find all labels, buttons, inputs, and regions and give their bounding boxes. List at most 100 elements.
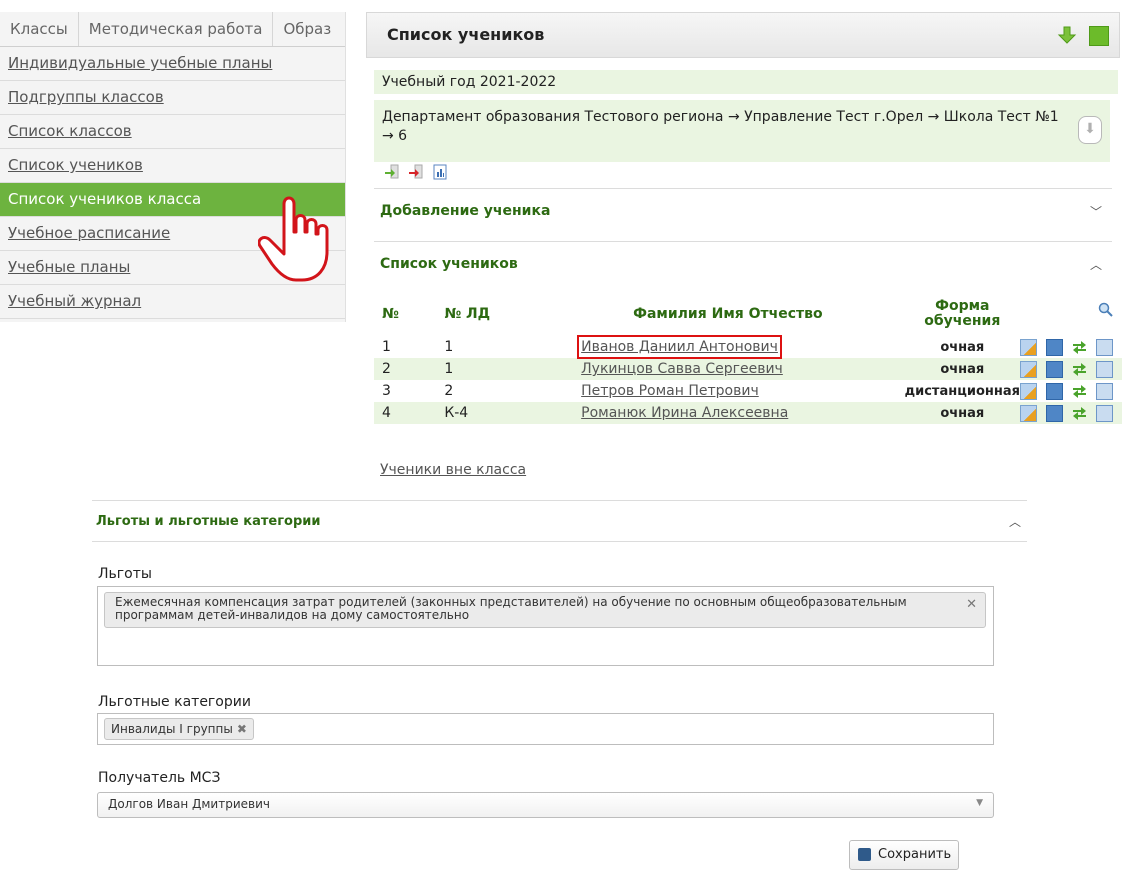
benefits-field[interactable]: Ежемесячная компенсация затрат родителей… — [97, 586, 994, 666]
student-link[interactable]: Лукинцов Савва Сергеевич — [581, 361, 783, 377]
nav-item-label: Учебное расписание — [8, 224, 171, 242]
card-icon[interactable] — [1096, 360, 1113, 378]
cell-form: очная — [904, 358, 1020, 380]
table-row: 1 1 Иванов Даниил Антонович очная — [374, 335, 1122, 359]
nav-item-individual-plans[interactable]: Индивидуальные учебные планы — [0, 47, 345, 81]
column-fio[interactable]: Фамилия Имя Отчество — [551, 292, 904, 336]
card-icon[interactable] — [1096, 338, 1113, 356]
recipient-label: Получатель МСЗ — [98, 770, 221, 786]
pointer-hand-icon — [258, 196, 329, 282]
add-student-section[interactable]: Добавление ученика ﹀ — [374, 188, 1112, 235]
nav-item-student-list[interactable]: Список учеников — [0, 149, 345, 183]
edit-icon[interactable] — [1020, 360, 1037, 378]
recipient-select[interactable]: Долгов Иван Дмитриевич ▼ — [97, 792, 994, 818]
move-icon[interactable] — [1072, 362, 1087, 377]
column-actions — [1020, 292, 1122, 336]
book-icon[interactable] — [1046, 404, 1063, 422]
student-link[interactable]: Романюк Ирина Алексеевна — [581, 405, 788, 421]
column-no[interactable]: № — [374, 292, 418, 336]
categories-field[interactable]: Инвалиды I группы ✖ — [97, 713, 994, 745]
book-icon[interactable] — [1046, 338, 1063, 356]
column-ld[interactable]: № ЛД — [418, 292, 551, 336]
row-actions — [1020, 358, 1122, 380]
save-button-label: Сохранить — [878, 847, 952, 862]
chevron-up-icon[interactable]: ︿ — [1009, 513, 1021, 530]
card-icon[interactable] — [1096, 382, 1113, 400]
move-icon[interactable] — [1072, 340, 1087, 355]
panel-title: Список учеников — [387, 25, 545, 44]
benefit-tag-text: Ежемесячная компенсация затрат родителей… — [115, 595, 907, 622]
cell-ld: 2 — [444, 383, 454, 399]
left-navigation: Классы Методическая работа Образ Индивид… — [0, 12, 346, 322]
book-icon[interactable] — [1046, 382, 1063, 400]
cell-form: дистанционная — [904, 383, 1020, 399]
nav-item-label: Список классов — [8, 122, 132, 140]
cell-form: очная — [904, 402, 1020, 424]
green-square-icon[interactable] — [1089, 26, 1109, 46]
cell-no: 2 — [374, 358, 419, 380]
table-row: 2 1 Лукинцов Савва Сергеевич очная — [374, 358, 1122, 380]
tab-classes[interactable]: Классы — [0, 12, 79, 46]
row-actions — [1020, 336, 1122, 358]
breadcrumb: Департамент образования Тестового регион… — [374, 100, 1110, 162]
move-icon[interactable] — [1072, 384, 1087, 399]
book-icon[interactable] — [1046, 360, 1063, 378]
categories-label: Льготные категории — [98, 694, 251, 710]
cell-fio: Иванов Даниил Антонович — [551, 335, 904, 359]
export-icon[interactable] — [408, 164, 424, 180]
toolbar-icons — [384, 164, 448, 180]
report-icon[interactable] — [432, 164, 448, 180]
remove-icon[interactable]: ✖ — [237, 722, 247, 736]
nav-item-label: Индивидуальные учебные планы — [8, 54, 273, 72]
benefit-tag: Ежемесячная компенсация затрат родителей… — [104, 592, 986, 628]
nav-item-label: Подгруппы классов — [8, 88, 164, 106]
nav-item-label: Список учеников класса — [8, 190, 202, 208]
cell-fio: Петров Роман Петрович — [551, 380, 904, 402]
table-row: 4 К-4 Романюк Ирина Алексеевна очная — [374, 402, 1122, 424]
row-actions — [1020, 380, 1122, 402]
cell-ld: 1 — [444, 339, 454, 355]
chevron-down-icon[interactable]: ﹀ — [1090, 203, 1102, 220]
cell-ld: К-4 — [418, 402, 552, 424]
cell-no: 1 — [382, 339, 391, 355]
school-year: Учебный год 2021-2022 — [374, 70, 1118, 94]
benefits-section-header[interactable]: Льготы и льготные категории ︿ — [92, 500, 1027, 542]
nav-item-class-subgroups[interactable]: Подгруппы классов — [0, 81, 345, 115]
import-icon[interactable] — [384, 164, 400, 180]
panel-header: Список учеников — [366, 12, 1120, 58]
path-download-button[interactable]: ⬇ — [1078, 116, 1102, 144]
benefits-form: Льготы и льготные категории ︿ Льготы Еже… — [92, 500, 1027, 870]
move-icon[interactable] — [1072, 406, 1087, 421]
tab-education[interactable]: Образ — [273, 12, 333, 46]
tab-methodical-work[interactable]: Методическая работа — [79, 12, 274, 46]
breadcrumb-path: Департамент образования Тестового регион… — [382, 109, 1059, 144]
edit-icon[interactable] — [1020, 404, 1037, 422]
nav-item-journal[interactable]: Учебный журнал — [0, 285, 345, 319]
student-link[interactable]: Петров Роман Петрович — [581, 383, 759, 399]
cell-no: 3 — [382, 383, 391, 399]
student-list-section[interactable]: Список учеников ︿ — [374, 241, 1112, 288]
save-icon — [858, 848, 871, 861]
category-tag-text: Инвалиды I группы — [111, 722, 233, 736]
save-button[interactable]: Сохранить — [849, 840, 959, 870]
benefits-label: Льготы — [98, 566, 152, 582]
edit-icon[interactable] — [1020, 382, 1037, 400]
cell-no: 4 — [374, 402, 419, 424]
student-link[interactable]: Иванов Даниил Антонович — [577, 335, 782, 359]
cell-form: очная — [940, 339, 985, 355]
table-header: № № ЛД Фамилия Имя Отчество Форма обучен… — [374, 292, 1122, 336]
remove-icon[interactable]: ✕ — [966, 597, 977, 612]
table-row: 3 2 Петров Роман Петрович дистанционная — [374, 380, 1122, 402]
student-list-title: Список учеников — [380, 256, 518, 272]
category-tag: Инвалиды I группы ✖ — [104, 718, 254, 740]
card-icon[interactable] — [1096, 404, 1113, 422]
nav-item-class-list[interactable]: Список классов — [0, 115, 345, 149]
chevron-up-icon[interactable]: ︿ — [1090, 256, 1102, 273]
nav-item-label: Учебные планы — [8, 258, 131, 276]
edit-icon[interactable] — [1020, 338, 1037, 356]
nav-tabs: Классы Методическая работа Образ — [0, 12, 345, 47]
column-form[interactable]: Форма обучения — [905, 292, 1020, 336]
students-outside-class-link[interactable]: Ученики вне класса — [380, 462, 526, 478]
student-list-panel: Список учеников Учебный год 2021-2022 Де… — [366, 12, 1122, 492]
download-arrow-icon[interactable] — [1057, 25, 1077, 45]
